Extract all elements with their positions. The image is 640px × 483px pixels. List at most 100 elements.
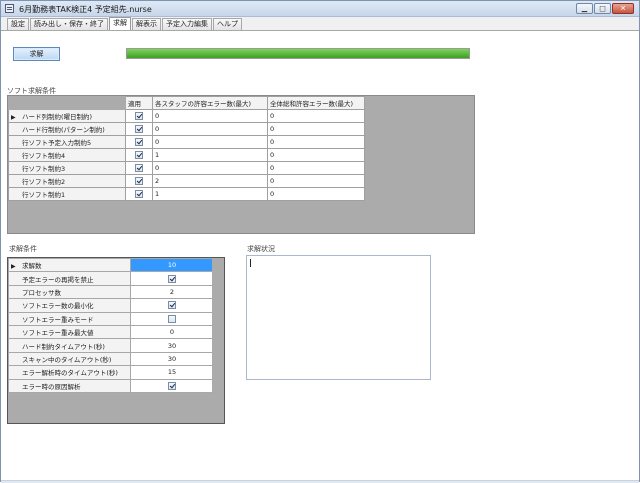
row-header[interactable]: ▶ ハード列制約(曜日制約) <box>8 109 126 123</box>
per-staff-cell[interactable]: 1 <box>152 187 268 201</box>
per-staff-cell[interactable]: 0 <box>152 109 268 123</box>
apply-cell[interactable] <box>125 174 153 188</box>
grid-corner <box>8 96 126 110</box>
condition-checkbox[interactable] <box>168 381 176 390</box>
condition-name: 予定エラーの再掲を禁止 <box>22 275 94 284</box>
solve-status-textbox[interactable] <box>246 255 431 380</box>
row-header[interactable]: ソフトエラー数の最小化 <box>8 298 131 313</box>
tab-solution-view[interactable]: 解表示 <box>132 18 161 30</box>
per-staff-cell[interactable]: 0 <box>152 161 268 175</box>
condition-value-cell[interactable]: 2 <box>130 284 214 300</box>
apply-checkbox[interactable] <box>135 190 143 198</box>
solve-conditions-grid: ▶ 求解数 10 予定エラーの再掲を禁止 プロセッサ数 2 ソフトエラー数の最小化 ソフトエラ… <box>7 257 225 424</box>
total-cell[interactable]: 0 <box>267 161 365 175</box>
solve-condition-row[interactable]: 予定エラーの再掲を禁止 <box>8 271 214 286</box>
condition-name: 行ソフト制約4 <box>22 152 66 160</box>
apply-cell[interactable] <box>125 148 153 162</box>
condition-value-cell[interactable]: 15 <box>130 365 214 380</box>
apply-cell[interactable] <box>125 161 153 175</box>
solve-condition-row[interactable]: エラー時の原因解析 <box>8 378 214 393</box>
maximize-icon: □ <box>599 4 606 12</box>
condition-value-cell[interactable]: 0 <box>130 324 214 340</box>
per-staff-cell[interactable]: 1 <box>152 148 268 162</box>
condition-checkbox[interactable] <box>168 274 176 283</box>
row-header[interactable]: ソフトエラー重み最大値 <box>8 324 131 340</box>
soft-condition-row[interactable]: 行ソフト制約3 0 0 <box>8 161 365 175</box>
apply-cell[interactable] <box>125 122 153 136</box>
row-header[interactable]: 行ソフト制約2 <box>8 174 126 188</box>
condition-checkbox[interactable] <box>168 301 176 310</box>
row-header[interactable]: 行ソフト制約4 <box>8 148 126 162</box>
apply-checkbox[interactable] <box>135 151 143 159</box>
condition-value-cell[interactable] <box>130 298 214 313</box>
soft-condition-row[interactable]: ▶ ハード列制約(曜日制約) 0 0 <box>8 109 365 123</box>
apply-checkbox[interactable] <box>135 177 143 185</box>
apply-checkbox[interactable] <box>135 125 143 133</box>
row-header[interactable]: スキャン中のタイムアウト(秒) <box>8 351 131 367</box>
total-cell[interactable]: 0 <box>267 109 365 123</box>
solve-condition-row[interactable]: ソフトエラー数の最小化 <box>8 298 214 313</box>
apply-cell[interactable] <box>125 135 153 149</box>
tab-help[interactable]: ヘルプ <box>213 18 242 30</box>
soft-condition-row[interactable]: 行ソフト制約4 1 0 <box>8 148 365 162</box>
row-header[interactable]: ソフトエラー重みモード <box>8 311 131 326</box>
condition-name: エラー解析時のタイムアウト(秒) <box>22 369 118 378</box>
condition-value-cell[interactable] <box>130 311 214 326</box>
per-staff-cell[interactable]: 0 <box>152 122 268 136</box>
row-header[interactable]: プロセッサ数 <box>8 284 131 300</box>
soft-condition-row[interactable]: 行ソフト制約1 1 0 <box>8 187 365 201</box>
apply-checkbox[interactable] <box>135 164 143 172</box>
apply-checkbox[interactable] <box>135 112 143 120</box>
minimize-button[interactable]: ▁ <box>576 3 593 14</box>
column-header-total[interactable]: 全体総和許容エラー数(最大) <box>267 96 365 110</box>
solve-condition-row[interactable]: スキャン中のタイムアウト(秒) 30 <box>8 351 214 367</box>
tab-load-save-exit[interactable]: 読み出し・保存・終了 <box>30 18 108 30</box>
row-header[interactable]: ハード行制約(パターン制約) <box>8 122 126 136</box>
total-cell[interactable]: 0 <box>267 148 365 162</box>
apply-cell[interactable] <box>125 187 153 201</box>
condition-value-cell[interactable]: 30 <box>130 351 214 367</box>
per-staff-cell[interactable]: 0 <box>152 135 268 149</box>
solve-condition-row[interactable]: ソフトエラー重み最大値 0 <box>8 324 214 340</box>
soft-condition-row[interactable]: 行ソフト予定入力制約5 0 0 <box>8 135 365 149</box>
row-header[interactable]: ハード制約タイムアウト(秒) <box>8 338 131 353</box>
condition-value-cell[interactable]: 30 <box>130 338 214 353</box>
soft-condition-row[interactable]: 行ソフト制約2 2 0 <box>8 174 365 188</box>
total-cell[interactable]: 0 <box>267 187 365 201</box>
tab-settings[interactable]: 設定 <box>7 18 29 30</box>
row-header[interactable]: 行ソフト制約1 <box>8 187 126 201</box>
condition-value-cell[interactable] <box>130 378 214 393</box>
row-header[interactable]: エラー時の原因解析 <box>8 378 131 393</box>
total-cell[interactable]: 0 <box>267 135 365 149</box>
row-header[interactable]: 行ソフト制約3 <box>8 161 126 175</box>
solve-condition-row[interactable]: ハード制約タイムアウト(秒) 30 <box>8 338 214 353</box>
apply-cell[interactable] <box>125 109 153 123</box>
row-header[interactable]: 行ソフト予定入力制約5 <box>8 135 126 149</box>
solve-condition-row[interactable]: ▶ 求解数 10 <box>8 257 214 273</box>
grid-scroll-area <box>212 258 224 423</box>
condition-value-cell[interactable]: 10 <box>130 257 214 273</box>
column-header-apply[interactable]: 適用 <box>125 96 153 110</box>
condition-value-cell[interactable] <box>130 271 214 286</box>
row-header[interactable]: 予定エラーの再掲を禁止 <box>8 271 131 286</box>
tab-schedule-edit[interactable]: 予定入力編集 <box>162 18 212 30</box>
row-header[interactable]: ▶ 求解数 <box>8 257 131 273</box>
solve-condition-row[interactable]: プロセッサ数 2 <box>8 284 214 300</box>
solve-condition-row[interactable]: ソフトエラー重みモード <box>8 311 214 326</box>
per-staff-cell[interactable]: 2 <box>152 174 268 188</box>
total-cell[interactable]: 0 <box>267 122 365 136</box>
soft-condition-row[interactable]: ハード行制約(パターン制約) 0 0 <box>8 122 365 136</box>
solve-condition-row[interactable]: エラー解析時のタイムアウト(秒) 15 <box>8 365 214 380</box>
tab-solve[interactable]: 求解 <box>109 17 131 30</box>
maximize-button[interactable]: □ <box>594 3 611 14</box>
column-header-per-staff[interactable]: 各スタッフの許容エラー数(最大) <box>152 96 268 110</box>
close-button[interactable]: ✕ <box>612 3 634 14</box>
total-cell[interactable]: 0 <box>267 174 365 188</box>
row-header[interactable]: エラー解析時のタイムアウト(秒) <box>8 365 131 380</box>
solve-button[interactable]: 求解 <box>13 47 60 61</box>
minimize-icon: ▁ <box>581 4 588 12</box>
solve-progress-bar <box>126 48 470 59</box>
condition-checkbox[interactable] <box>168 314 176 323</box>
apply-checkbox[interactable] <box>135 138 143 146</box>
condition-name: ソフトエラー数の最小化 <box>22 302 94 311</box>
